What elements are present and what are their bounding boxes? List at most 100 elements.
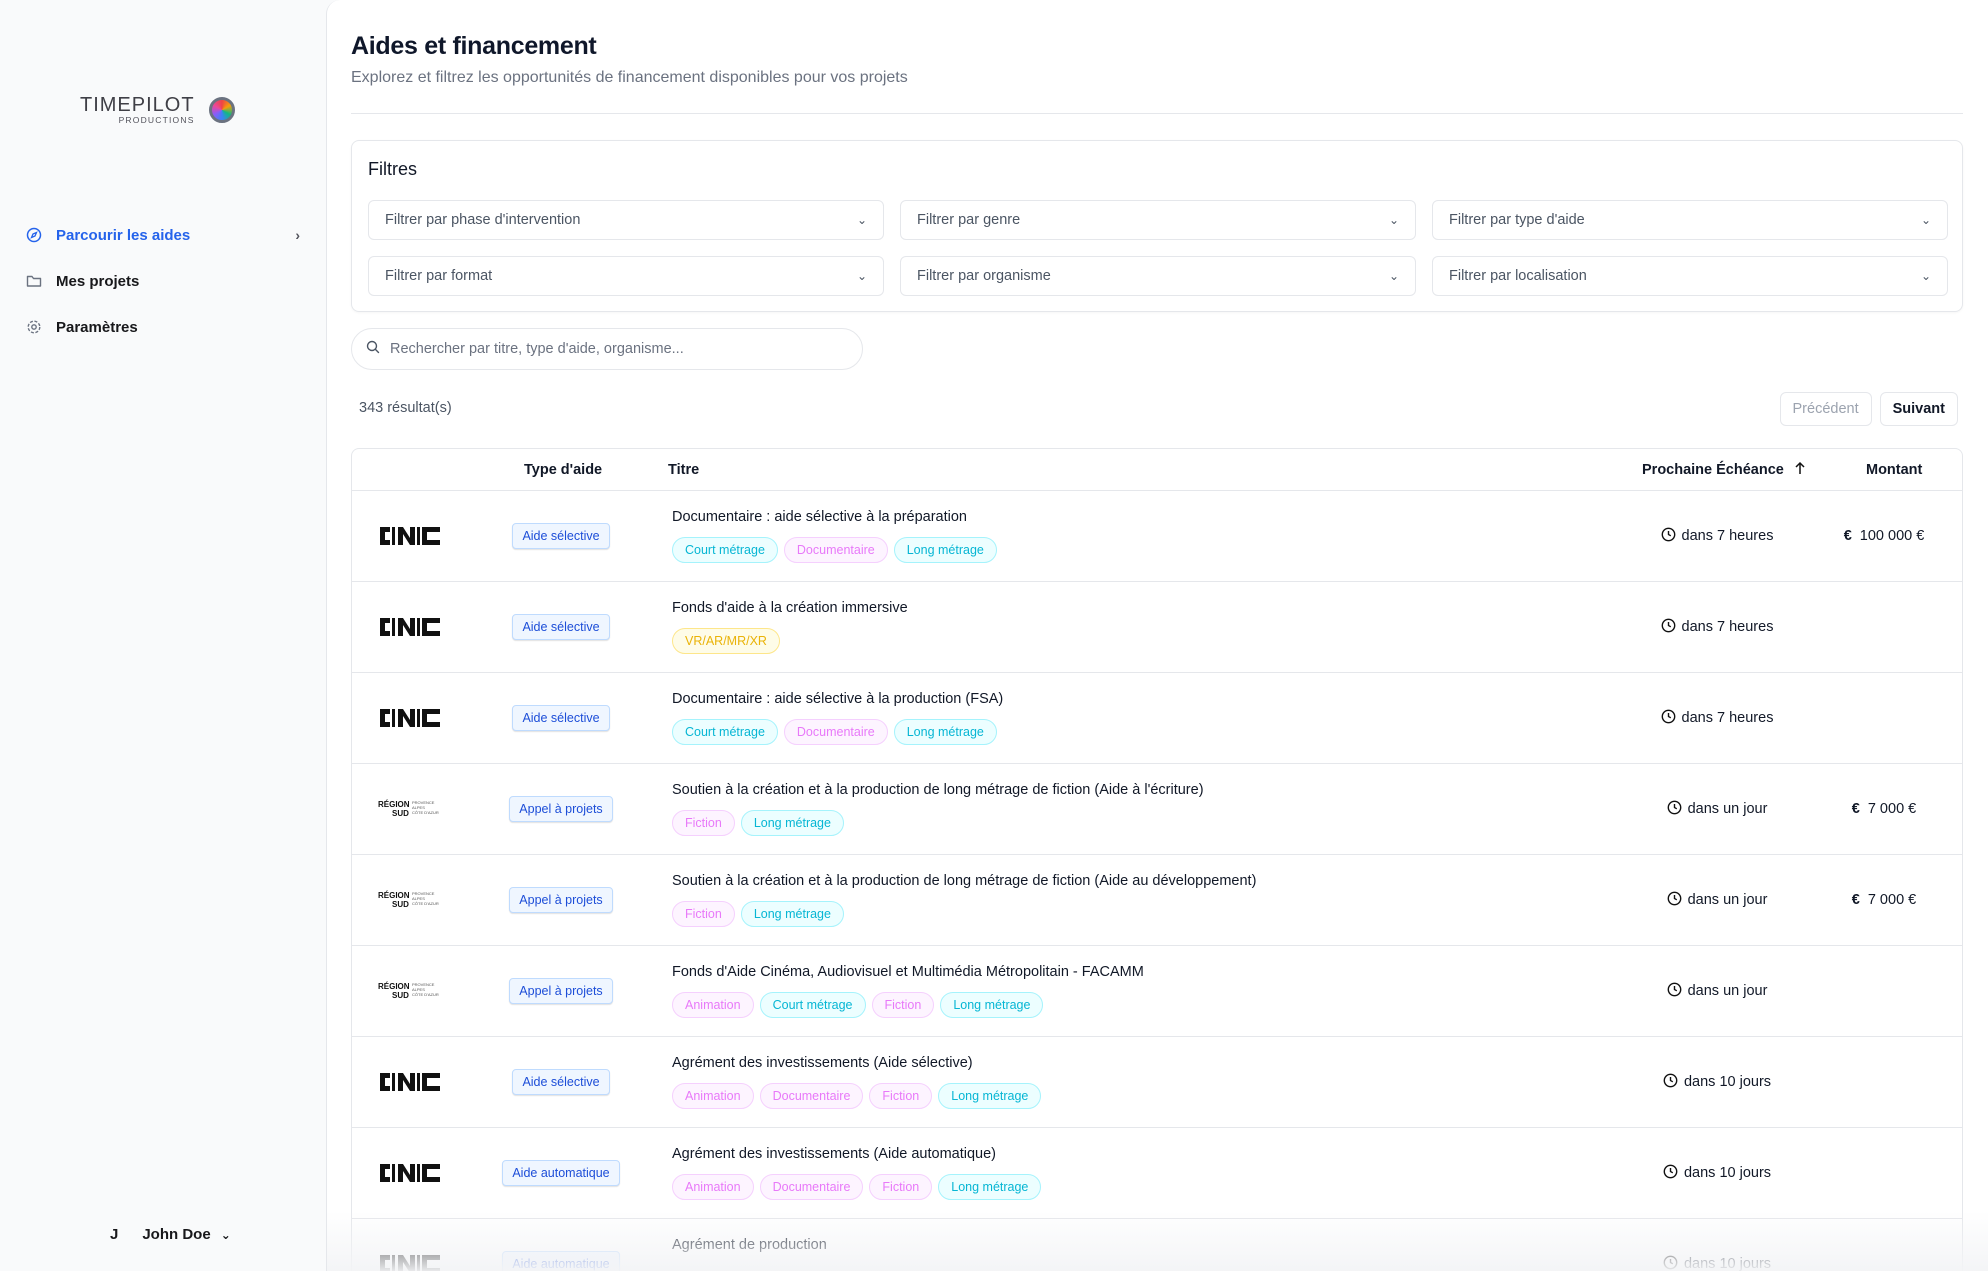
- aid-type-cell: Aide automatique: [472, 1219, 650, 1271]
- aid-title[interactable]: Soutien à la création et à la production…: [672, 782, 1204, 798]
- cnc-logo: [378, 1037, 442, 1127]
- amount-cell: €7 000 €: [1814, 764, 1954, 854]
- chevron-down-icon: ⌄: [856, 269, 867, 283]
- column-deadline-header[interactable]: Prochaine Échéance: [1642, 461, 1806, 479]
- table-row[interactable]: RÉGION SUD PROVENCE ALPES CÔTE D'AZUR Appel à…: [352, 946, 1962, 1037]
- cnc-logo: [378, 1219, 442, 1271]
- tag-list: VR/AR/MR/XR: [672, 628, 908, 654]
- filters-panel: Filtres Filtrer par phase d'intervention…: [351, 140, 1963, 312]
- deadline-text: dans 7 heures: [1681, 619, 1774, 635]
- table-row[interactable]: Aide sélective Fonds d'aide à la création…: [352, 582, 1962, 673]
- timepilot-logo[interactable]: TIMEPILOT PRODUCTIONS: [80, 94, 235, 125]
- aid-title[interactable]: Agrément des investissements (Aide autom…: [672, 1146, 1041, 1162]
- title-cell: Agrément des investissements (Aide sélec…: [672, 1055, 1042, 1109]
- chevron-down-icon: ⌄: [220, 1227, 231, 1242]
- svg-text:CÔTE D'AZUR: CÔTE D'AZUR: [412, 992, 439, 997]
- title-cell: Agrément des investissements (Aide autom…: [672, 1146, 1042, 1200]
- table-row[interactable]: Aide automatique Agrément des investissem…: [352, 1128, 1962, 1219]
- column-deadline-label: Prochaine Échéance: [1642, 461, 1784, 478]
- aid-title[interactable]: Documentaire : aide sélective à la produ…: [672, 691, 1003, 707]
- tag-list: Fiction Long métrage: [672, 901, 1256, 927]
- tag-list: Court métrage Documentaire Long métrage: [672, 719, 1003, 745]
- title-cell: Documentaire : aide sélective à la produ…: [672, 691, 1003, 745]
- filter-aid-type-select[interactable]: Filtrer par type d'aide ⌄: [1432, 200, 1948, 240]
- deadline-cell: dans un jour: [1632, 764, 1802, 854]
- filter-format-select[interactable]: Filtrer par format ⌄: [368, 256, 884, 296]
- aid-type-badge: Appel à projets: [509, 978, 613, 1004]
- deadline-text: dans un jour: [1687, 983, 1768, 999]
- table-row[interactable]: Aide sélective Documentaire : aide sélect…: [352, 673, 1962, 764]
- sidebar-item-label: Paramètres: [56, 318, 138, 336]
- search-icon: [366, 340, 380, 359]
- filter-phase-select[interactable]: Filtrer par phase d'intervention ⌄: [368, 200, 884, 240]
- next-page-button[interactable]: Suivant: [1879, 392, 1958, 426]
- deadline-cell: dans 10 jours: [1632, 1128, 1802, 1218]
- page-title: Aides et financement: [351, 32, 597, 60]
- category-tag: VR/AR/MR/XR: [672, 628, 780, 654]
- aid-type-cell: Appel à projets: [472, 764, 650, 854]
- table-row[interactable]: Aide automatique Agrément de production da…: [352, 1219, 1962, 1271]
- category-tag: Long métrage: [740, 901, 844, 927]
- page-subtitle: Explorez et filtrez les opportunités de …: [351, 69, 908, 86]
- category-tag: Fiction: [869, 1174, 933, 1200]
- sidebar-item-browse-aids[interactable]: Parcourir les aides ›: [24, 212, 304, 258]
- filters-title: Filtres: [368, 159, 417, 179]
- svg-text:RÉGION: RÉGION: [378, 800, 410, 809]
- category-tag: Fiction: [869, 1083, 933, 1109]
- region-sud-logo: RÉGION SUD PROVENCE ALPES CÔTE D'AZUR: [378, 855, 442, 945]
- category-tag: Fiction: [672, 901, 735, 927]
- sidebar-item-label: Parcourir les aides: [56, 226, 191, 244]
- column-type-header[interactable]: Type d'aide: [524, 462, 602, 478]
- category-tag: Long métrage: [938, 1083, 1042, 1109]
- table-row[interactable]: RÉGION SUD PROVENCE ALPES CÔTE D'AZUR Appel à…: [352, 764, 1962, 855]
- amount-cell: €7 000 €: [1814, 855, 1954, 945]
- amount-text: 7 000 €: [1867, 892, 1917, 908]
- chevron-down-icon: ⌄: [1920, 213, 1931, 227]
- aid-title[interactable]: Soutien à la création et à la production…: [672, 873, 1256, 889]
- filter-organism-select[interactable]: Filtrer par organisme ⌄: [900, 256, 1416, 296]
- select-placeholder: Filtrer par organisme: [917, 268, 1051, 284]
- logo-main-text: TIMEPILOT: [80, 94, 195, 116]
- aid-title[interactable]: Fonds d'Aide Cinéma, Audiovisuel et Mult…: [672, 964, 1144, 980]
- title-cell: Soutien à la création et à la production…: [672, 873, 1256, 927]
- category-tag: Court métrage: [672, 537, 778, 563]
- deadline-text: dans un jour: [1687, 892, 1768, 908]
- deadline-cell: dans un jour: [1632, 946, 1802, 1036]
- deadline-text: dans 7 heures: [1681, 528, 1774, 544]
- category-tag: Documentaire: [759, 1174, 864, 1200]
- aid-title[interactable]: Agrément de production: [672, 1237, 827, 1253]
- sidebar-item-my-projects[interactable]: Mes projets: [24, 258, 304, 304]
- results-count: 343 résultat(s): [359, 400, 452, 416]
- search-input[interactable]: [390, 341, 862, 357]
- table-row[interactable]: Aide sélective Documentaire : aide sélect…: [352, 491, 1962, 582]
- tag-list: Animation Documentaire Fiction Long métrage: [672, 1174, 1042, 1200]
- aid-title[interactable]: Agrément des investissements (Aide sélec…: [672, 1055, 1041, 1071]
- aid-title[interactable]: Fonds d'aide à la création immersive: [672, 600, 908, 616]
- deadline-text: dans 10 jours: [1683, 1165, 1772, 1181]
- region-sud-logo: RÉGION SUD PROVENCE ALPES CÔTE D'AZUR: [378, 946, 442, 1036]
- cnc-logo: [378, 673, 442, 763]
- euro-icon: €: [1851, 892, 1860, 908]
- table-row[interactable]: Aide sélective Agrément des investissemen…: [352, 1037, 1962, 1128]
- previous-page-button[interactable]: Précédent: [1779, 392, 1872, 426]
- clock-icon: [1661, 618, 1676, 637]
- chevron-down-icon: ⌄: [1388, 269, 1399, 283]
- category-tag: Long métrage: [740, 810, 844, 836]
- filter-location-select[interactable]: Filtrer par localisation ⌄: [1432, 256, 1948, 296]
- aid-title[interactable]: Documentaire : aide sélective à la prépa…: [672, 509, 997, 525]
- category-tag: Documentaire: [783, 719, 888, 745]
- sidebar-item-settings[interactable]: Paramètres: [24, 304, 304, 350]
- chevron-down-icon: ⌄: [1388, 213, 1399, 227]
- table-header: Type d'aide Titre Prochaine Échéance Mon…: [352, 449, 1962, 491]
- column-amount-header[interactable]: Montant: [1866, 462, 1922, 478]
- aid-type-cell: Aide sélective: [472, 1037, 650, 1127]
- filter-genre-select[interactable]: Filtrer par genre ⌄: [900, 200, 1416, 240]
- select-placeholder: Filtrer par format: [385, 268, 493, 284]
- category-tag: Animation: [672, 1083, 754, 1109]
- column-title-header[interactable]: Titre: [668, 462, 699, 478]
- table-row[interactable]: RÉGION SUD PROVENCE ALPES CÔTE D'AZUR Appel à…: [352, 855, 1962, 946]
- user-menu[interactable]: J John Doe ⌄: [110, 1226, 231, 1243]
- cnc-logo: [378, 582, 442, 672]
- sidebar-item-label: Mes projets: [56, 272, 140, 290]
- clock-icon: [1667, 982, 1682, 1001]
